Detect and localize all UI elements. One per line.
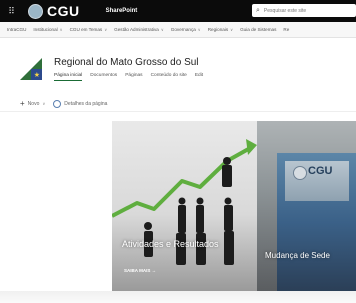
site-logo[interactable]: ★	[20, 58, 42, 80]
hero-section: Atividades e Resultados SAIBA MAIS → CGU…	[112, 121, 356, 291]
hub-item-gestao[interactable]: Gestão Administrativa ∨	[114, 27, 164, 32]
seal-icon	[293, 166, 307, 180]
page-details-button[interactable]: Detalhes da página	[53, 99, 108, 108]
brand-name: CGU	[47, 3, 80, 19]
chevron-down-icon: ∨	[42, 101, 46, 106]
hub-item-regionais[interactable]: Regionais ∨	[208, 27, 233, 32]
hub-item-cgu-em-temas[interactable]: CGU em Temas ∨	[70, 27, 108, 32]
app-launcher-icon[interactable]: ⠿	[0, 0, 22, 22]
app-name[interactable]: SharePoint	[106, 8, 138, 14]
hub-item-guia-sistemas[interactable]: Guia de Sistemas	[240, 27, 276, 32]
search-box[interactable]: ⌕ Pesquisar este site	[252, 4, 356, 17]
chevron-down-icon: ∨	[230, 27, 234, 32]
tab-documentos[interactable]: Documentos	[90, 73, 117, 81]
tab-pagina-inicial[interactable]: Página inicial	[54, 73, 83, 81]
saiba-mais-link[interactable]: SAIBA MAIS →	[124, 268, 156, 273]
suite-bar: ⠿ CGU SharePoint ⌕ Pesquisar este site	[0, 0, 356, 22]
tab-edit[interactable]: Edit	[195, 73, 203, 81]
hub-item-governanca[interactable]: Governança ∨	[171, 27, 201, 32]
search-placeholder: Pesquisar este site	[263, 7, 307, 14]
hub-item-intracgu[interactable]: IntraCGU	[7, 27, 26, 32]
hero-illustration	[112, 139, 257, 265]
chevron-down-icon: ∨	[160, 27, 164, 32]
brand-logo[interactable]: CGU	[28, 3, 80, 19]
new-button[interactable]: + Novo ∨	[20, 99, 45, 108]
star-icon: ★	[33, 72, 40, 79]
new-label: Novo	[27, 100, 40, 107]
chevron-down-icon: ∨	[197, 27, 201, 32]
chevron-down-icon: ∨	[59, 27, 63, 32]
info-icon	[53, 99, 62, 108]
page-details-label: Detalhes da página	[64, 100, 108, 107]
hero-tile-atividades[interactable]: Atividades e Resultados SAIBA MAIS →	[112, 121, 257, 291]
hero-tile-title: Atividades e Resultados	[122, 239, 219, 249]
brand-seal-icon	[28, 3, 43, 19]
tab-conteudo-site[interactable]: Conteúdo do site	[151, 73, 187, 81]
site-navigation: Página inicial Documentos Páginas Conteú…	[54, 73, 211, 81]
site-title[interactable]: Regional do Mato Grosso do Sul	[54, 57, 199, 68]
tab-paginas[interactable]: Páginas	[125, 73, 142, 81]
building-sign: CGU	[308, 165, 333, 177]
building-image: CGU	[277, 153, 356, 291]
hub-item-institucional[interactable]: Institucional ∨	[33, 27, 62, 32]
hero-tile-title: Mudança de Sede	[265, 251, 330, 260]
hub-navigation: IntraCGU Institucional ∨ CGU em Temas ∨ Ge…	[0, 22, 356, 38]
command-bar: + Novo ∨ Detalhes da página	[0, 96, 356, 112]
hub-item-truncated[interactable]: Re	[283, 27, 289, 32]
plus-icon: +	[20, 99, 25, 108]
search-icon: ⌕	[256, 6, 260, 14]
hero-tile-mudanca[interactable]: CGU Mudança de Sede	[257, 121, 356, 291]
chevron-down-icon: ∨	[104, 27, 108, 32]
page-reflection	[0, 291, 356, 303]
